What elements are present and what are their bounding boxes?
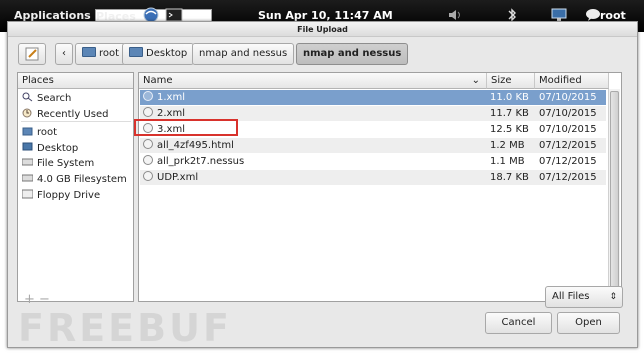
path-button-nmap-and-nessus[interactable]: nmap and nessus [192,43,295,65]
file-name: UDP.xml [157,172,199,183]
chevron-down-icon: ⌄ [471,75,480,86]
desktop-icon [129,47,143,57]
file-modified: 07/12/2015 [539,156,597,167]
floppy-icon [21,189,34,199]
file-size: 18.7 KB [490,172,529,183]
place-item-root[interactable]: root [22,126,57,138]
file-name: all_prk2t7.nessus [157,156,245,167]
chevron-updown-icon: ⇕ [609,292,617,302]
place-item-recently-used[interactable]: Recently Used [22,108,108,120]
watermark: FREEBUF [18,306,232,350]
file-name: all_4zf495.html [157,140,234,151]
xml-file-icon [143,171,153,181]
places-header[interactable]: Places [18,73,133,89]
places-pane: Places Search Recently Used root Desktop… [17,72,134,302]
place-label: Search [37,93,72,104]
path-label: Desktop [146,48,188,59]
file-modified: 07/10/2015 [539,92,597,103]
path-back-button[interactable]: ‹ [55,43,73,65]
column-header-size[interactable]: Size [487,73,535,89]
file-upload-dialog: File Upload ‹ root Desktop nmap and ness… [7,21,638,348]
path-label: nmap and nessus [303,48,402,59]
place-item-file-system[interactable]: File System [21,157,95,169]
highlight-box [134,119,238,136]
search-icon [22,92,33,102]
file-row[interactable]: 1.xml 11.0 KB 07/10/2015 [140,90,606,105]
file-modified: 07/12/2015 [539,172,597,183]
add-remove-bookmark[interactable]: + − [24,292,50,307]
column-header-modified[interactable]: Modified [535,73,609,89]
place-label: Recently Used [37,109,109,120]
file-list: Name ⌄ Size Modified 1.xml 11.0 KB 07/10… [138,72,622,302]
dialog-title: File Upload [8,22,637,37]
file-modified: 07/10/2015 [539,108,597,119]
chevron-left-icon: ‹ [62,48,66,59]
file-row[interactable]: all_4zf495.html 1.2 MB 07/12/2015 [140,138,606,153]
desktop-icon [22,142,33,151]
pencil-icon [25,47,39,61]
drive-icon [21,157,34,166]
drive-icon [21,173,34,182]
path-label: root [99,48,120,59]
path-button-current[interactable]: nmap and nessus [296,43,409,65]
file-type-filter-select[interactable]: All Files ⇕ [545,286,623,308]
place-label: Floppy Drive [37,190,101,201]
file-name: 2.xml [157,108,185,119]
open-button[interactable]: Open [557,312,620,334]
column-label: Name [143,75,173,86]
path-button-root[interactable]: root [75,43,127,65]
html-file-icon [143,139,153,149]
place-item-4gb-filesystem[interactable]: 4.0 GB Filesystem [21,173,127,185]
cancel-button[interactable]: Cancel [485,312,552,334]
filter-label: All Files [552,291,590,302]
place-item-floppy-drive[interactable]: Floppy Drive [21,189,101,201]
file-row[interactable]: UDP.xml 18.7 KB 07/12/2015 [140,170,606,185]
file-size: 12.5 KB [490,124,529,135]
place-label: root [37,127,58,138]
file-list-scrollbar[interactable] [608,89,620,301]
place-label: 4.0 GB Filesystem [37,174,127,185]
place-item-search[interactable]: Search [22,92,71,104]
places-divider [21,121,131,122]
place-item-desktop[interactable]: Desktop [22,142,78,154]
file-size: 1.1 MB [490,156,525,167]
file-modified: 07/12/2015 [539,140,597,151]
scrollbar-thumb[interactable] [610,91,619,297]
clock-icon [22,108,33,118]
file-size: 11.0 KB [490,92,529,103]
edit-location-button[interactable] [18,43,46,65]
xml-file-icon [143,107,153,117]
place-label: Desktop [37,143,79,154]
file-size: 11.7 KB [490,108,529,119]
folder-icon [82,47,96,57]
file-icon [143,155,153,165]
home-icon [22,126,33,136]
xml-file-icon [143,91,153,101]
file-modified: 07/10/2015 [539,124,597,135]
path-label: nmap and nessus [199,48,288,59]
place-label: File System [37,158,95,169]
file-size: 1.2 MB [490,140,525,151]
path-button-desktop[interactable]: Desktop [122,43,195,65]
file-row[interactable]: all_prk2t7.nessus 1.1 MB 07/12/2015 [140,154,606,169]
column-header-name[interactable]: Name ⌄ [139,73,487,89]
file-name: 1.xml [157,92,185,103]
